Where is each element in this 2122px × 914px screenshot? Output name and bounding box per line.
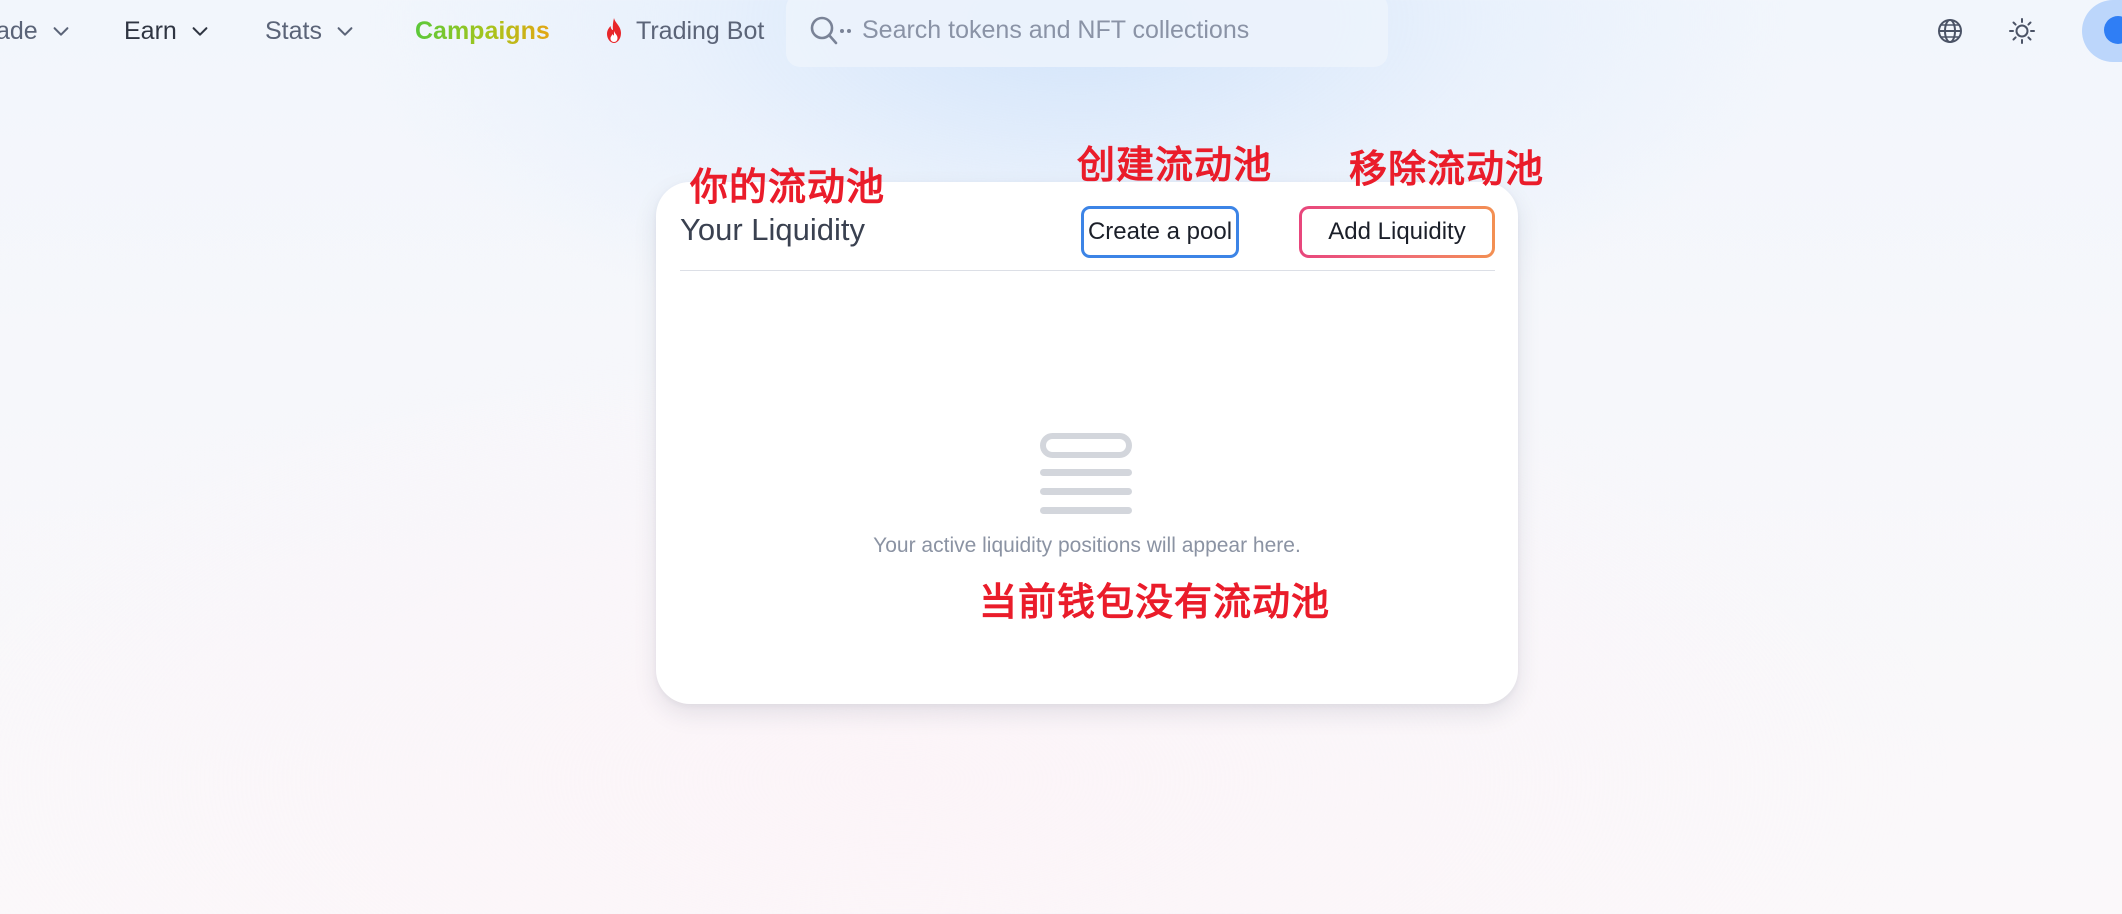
chevron-down-icon: [53, 27, 69, 36]
create-pool-button[interactable]: Create a pool: [1081, 206, 1239, 258]
chevron-down-icon: [337, 27, 353, 36]
annotation-no-pool: 当前钱包没有流动池: [979, 582, 1331, 624]
nav-item-stats[interactable]: Stats: [265, 14, 356, 48]
avatar: [2104, 16, 2122, 44]
nav-item-label: Stats: [265, 16, 322, 45]
search-bar[interactable]: Search tokens and NFT collections: [786, 0, 1388, 67]
annotation-remove-pool: 移除流动池: [1349, 149, 1545, 191]
nav-item-label: Trading Bot: [636, 16, 765, 45]
nav-item-campaigns[interactable]: Campaigns: [415, 14, 550, 48]
wallet-avatar-button[interactable]: [2082, 0, 2122, 62]
page-title: Your Liquidity: [680, 212, 865, 247]
add-liquidity-button[interactable]: Add Liquidity: [1299, 206, 1495, 258]
add-liquidity-label: Add Liquidity: [1302, 209, 1492, 255]
nav-item-label: ade: [0, 16, 38, 45]
fire-icon: [607, 18, 621, 43]
annotation-create-pool: 创建流动池: [1077, 145, 1273, 187]
divider: [680, 270, 1495, 271]
nav-item-label: Earn: [124, 16, 177, 45]
stack-list-icon: [1040, 433, 1132, 514]
nav-item-label: Campaigns: [415, 16, 550, 45]
search-icon: [810, 16, 851, 44]
empty-state-message: Your active liquidity positions will app…: [873, 534, 1301, 557]
nav-item-trading-bot[interactable]: Trading Bot: [602, 14, 764, 48]
annotation-your-pool: 你的流动池: [690, 167, 886, 209]
sun-icon[interactable]: [2007, 16, 2037, 46]
chevron-down-icon: [192, 27, 208, 36]
globe-icon[interactable]: [1935, 16, 1965, 46]
nav-item-earn[interactable]: Earn: [124, 14, 211, 48]
top-nav: ade Earn Stats Campaigns Trading Bot Sea…: [0, 0, 2122, 67]
nav-item-trade[interactable]: ade: [0, 14, 72, 48]
search-input[interactable]: Search tokens and NFT collections: [862, 16, 1249, 45]
